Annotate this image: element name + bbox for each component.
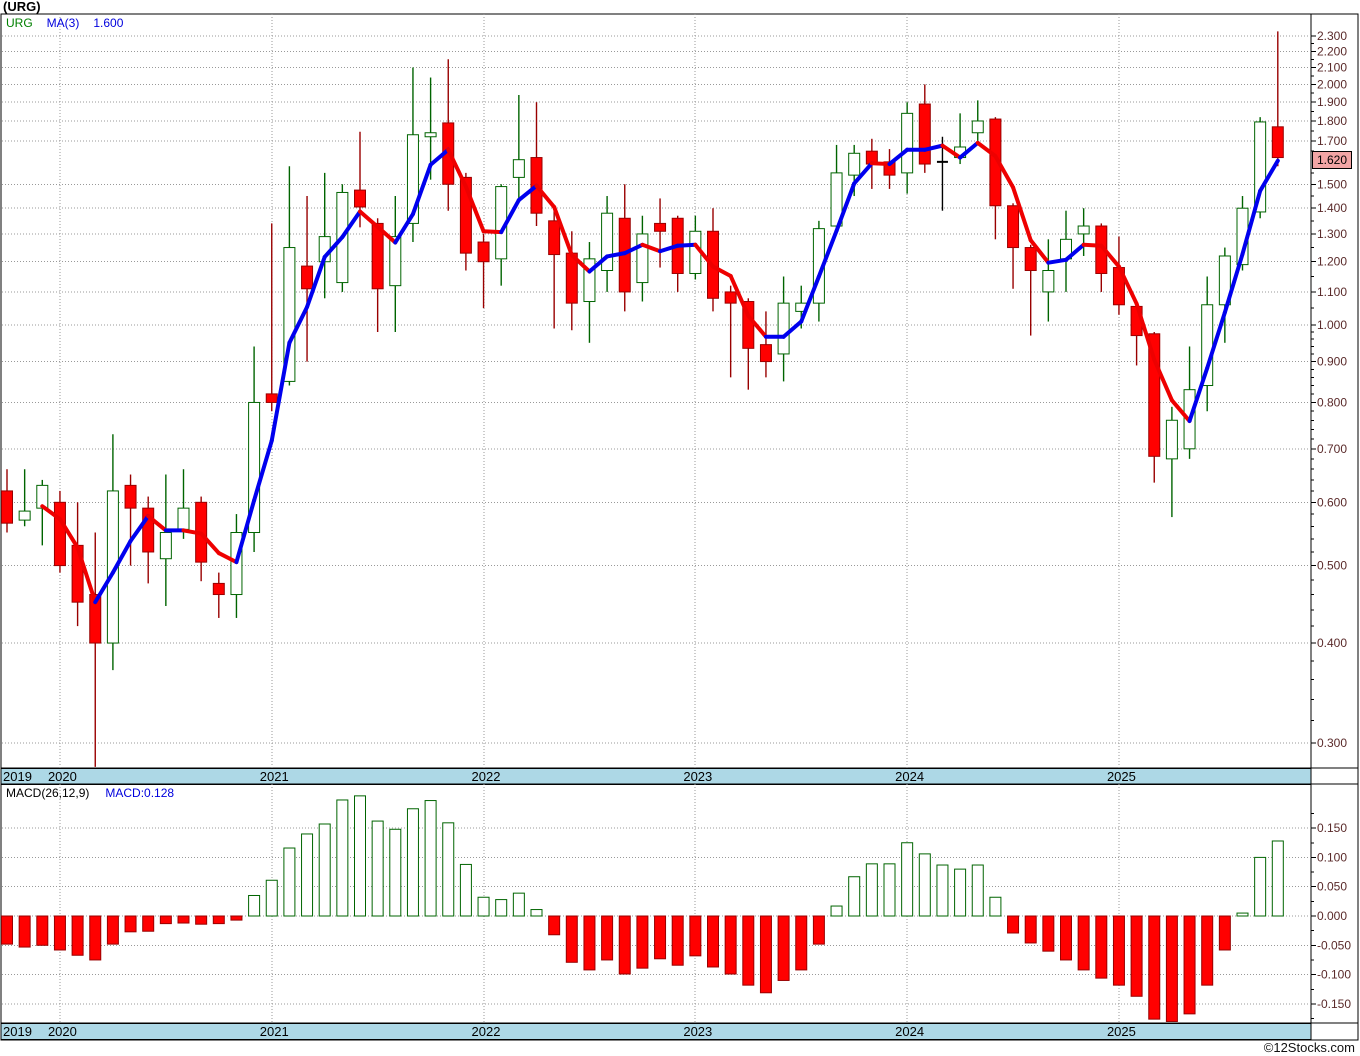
svg-text:1.500: 1.500 <box>1317 177 1347 191</box>
svg-text:0.500: 0.500 <box>1317 559 1347 573</box>
site-watermark: ©12Stocks.com <box>1263 1040 1355 1055</box>
price-chart-legend: URG MA(3) 1.600 <box>6 16 123 30</box>
price-axis: 2.3002.200 2.100 2.000 1.900 1.800 1.700 1.500… <box>1311 29 1347 750</box>
svg-text:0.900: 0.900 <box>1317 355 1347 369</box>
svg-text:0.100: 0.100 <box>1317 850 1347 864</box>
svg-text:1.300: 1.300 <box>1317 227 1347 241</box>
svg-text:2.300: 2.300 <box>1317 29 1347 43</box>
svg-text:1.700: 1.700 <box>1317 134 1347 148</box>
svg-text:2.000: 2.000 <box>1317 77 1347 91</box>
svg-text:1.800: 1.800 <box>1317 114 1347 128</box>
ticker-symbol-label: URG <box>6 16 33 30</box>
svg-text:0.000: 0.000 <box>1317 909 1347 923</box>
macd-histogram-layer <box>1 795 1284 1022</box>
svg-text:1.000: 1.000 <box>1317 318 1347 332</box>
macd-axis: 0.150 0.100 0.050 0.000 -0.050 -0.100 -0.150 <box>1311 783 1351 1020</box>
ma-indicator-label: MA(3) <box>46 16 80 30</box>
svg-text:0.800: 0.800 <box>1317 395 1347 409</box>
svg-text:2.200: 2.200 <box>1317 44 1347 58</box>
stock-chart-page: (URG) 2019 2020 2021 2022 2023 2024 2025 2019 2… <box>0 0 1360 1056</box>
svg-text:1.200: 1.200 <box>1317 255 1347 269</box>
svg-text:-0.100: -0.100 <box>1317 968 1351 982</box>
ma-value-label: 1.600 <box>93 16 124 30</box>
svg-text:0.700: 0.700 <box>1317 442 1347 456</box>
svg-text:0.600: 0.600 <box>1317 495 1347 509</box>
svg-text:1.400: 1.400 <box>1317 201 1347 215</box>
svg-text:1.900: 1.900 <box>1317 95 1347 109</box>
svg-text:0.300: 0.300 <box>1317 736 1347 750</box>
macd-indicator-label: MACD(26,12,9) <box>6 786 90 800</box>
svg-text:0.050: 0.050 <box>1317 880 1347 894</box>
svg-text:-0.150: -0.150 <box>1317 997 1351 1011</box>
svg-text:0.150: 0.150 <box>1317 821 1347 835</box>
macd-legend: MACD(26,12,9) MACD:0.128 <box>6 786 174 800</box>
svg-text:0.400: 0.400 <box>1317 636 1347 650</box>
svg-text:1.100: 1.100 <box>1317 285 1347 299</box>
macd-value-label: MACD:0.128 <box>105 786 175 800</box>
svg-text:2.100: 2.100 <box>1317 60 1347 74</box>
svg-text:-0.050: -0.050 <box>1317 938 1351 952</box>
last-price-badge: 1.620 <box>1312 151 1353 169</box>
stock-chart-canvas: 2.3002.200 2.100 2.000 1.900 1.800 1.700 1.500… <box>0 13 1359 1041</box>
candlestick-layer <box>1 31 1284 767</box>
